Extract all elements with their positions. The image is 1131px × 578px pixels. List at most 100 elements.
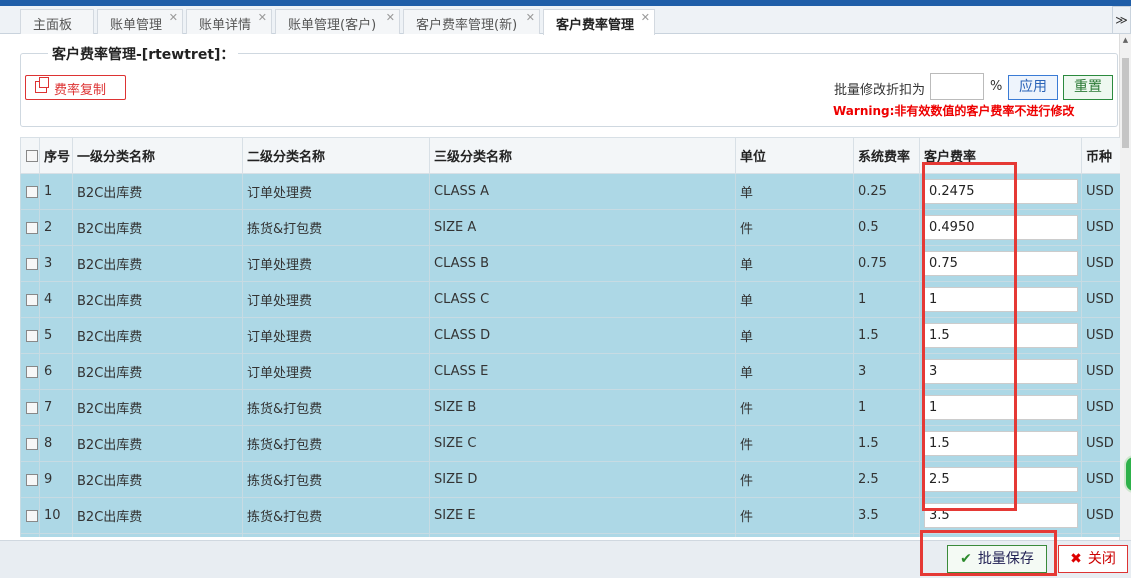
batch-save-button[interactable]: ✔ 批量保存 xyxy=(947,545,1047,573)
table-row: 9B2C出库费拣货&打包费SIZE D件2.5 USD xyxy=(20,461,1120,498)
floating-action-icon[interactable] xyxy=(1124,455,1131,493)
customer-rate-input[interactable] xyxy=(924,431,1078,456)
scroll-up-icon[interactable]: ▲ xyxy=(1120,36,1131,44)
row-checkbox[interactable] xyxy=(26,509,38,522)
cell-cat2: 拣货&打包费 xyxy=(242,209,430,246)
customer-rate-input[interactable] xyxy=(924,323,1078,348)
cell-no: 7 xyxy=(39,389,73,426)
tab-dashboard[interactable]: 主面板 xyxy=(20,9,94,34)
close-icon[interactable]: ✕ xyxy=(386,11,395,24)
row-checkbox[interactable] xyxy=(26,221,38,234)
customer-rate-input[interactable] xyxy=(924,251,1078,276)
cell-currency: USD xyxy=(1081,353,1120,390)
cell-no: 2 xyxy=(39,209,73,246)
row-select-cell xyxy=(20,389,40,426)
cell-cat2 xyxy=(242,533,430,537)
copy-icon xyxy=(35,77,49,93)
cell-cust-rate xyxy=(919,533,1082,537)
cell-cat1: B2C出库费 xyxy=(72,281,243,318)
row-select-cell xyxy=(20,533,40,537)
customer-rate-input[interactable] xyxy=(924,467,1078,492)
header-no: 序号 xyxy=(39,137,73,174)
cell-no: 8 xyxy=(39,425,73,462)
cell-currency: USD xyxy=(1081,245,1120,282)
cell-no: 10 xyxy=(39,497,73,534)
row-checkbox[interactable] xyxy=(26,437,38,450)
cell-cat3: SIZE D xyxy=(429,461,736,498)
close-icon[interactable]: ✕ xyxy=(169,11,178,24)
cell-cat3: SIZE A xyxy=(429,209,736,246)
percent-sign: % xyxy=(990,79,1003,94)
customer-rate-input[interactable] xyxy=(924,215,1078,240)
row-checkbox[interactable] xyxy=(26,473,38,486)
tab-customer-rate[interactable]: 客户费率管理 ✕ xyxy=(543,9,655,35)
cell-unit: 件 xyxy=(735,461,854,498)
row-select-cell xyxy=(20,425,40,462)
tab-bill-details[interactable]: 账单详情 ✕ xyxy=(186,9,272,34)
row-checkbox[interactable] xyxy=(26,401,38,414)
cell-unit: 件 xyxy=(735,209,854,246)
close-icon[interactable]: ✕ xyxy=(526,11,535,24)
copy-rates-button[interactable]: 费率复制 xyxy=(25,75,126,100)
row-select-cell xyxy=(20,353,40,390)
tab-customer-rate-new[interactable]: 客户费率管理(新) ✕ xyxy=(403,9,540,34)
row-checkbox[interactable] xyxy=(26,329,38,342)
discount-label: 批量修改折扣为 xyxy=(834,83,926,98)
cell-no: 3 xyxy=(39,245,73,282)
cell-unit: 单 xyxy=(735,281,854,318)
cell-cat1: B2C出库费 xyxy=(72,317,243,354)
cell-cat2: 拣货&打包费 xyxy=(242,389,430,426)
cell-cat3: SIZE E xyxy=(429,497,736,534)
cell-currency: USD xyxy=(1081,425,1120,462)
cell-sys-rate: 1.5 xyxy=(853,425,920,462)
close-icon[interactable]: ✕ xyxy=(258,11,267,24)
tab-label: 账单管理 xyxy=(110,18,163,33)
cell-cat1: B2C出库费 xyxy=(72,353,243,390)
header-currency: 币种 xyxy=(1081,137,1120,174)
scroll-thumb[interactable] xyxy=(1122,58,1129,148)
row-checkbox[interactable] xyxy=(26,257,38,270)
reset-button[interactable]: 重置 xyxy=(1063,75,1113,100)
tab-bill-management-customer[interactable]: 账单管理(客户) ✕ xyxy=(275,9,400,34)
cell-currency: USD xyxy=(1081,173,1120,210)
table-row: 7B2C出库费拣货&打包费SIZE B件1 USD xyxy=(20,389,1120,426)
customer-rate-input[interactable] xyxy=(924,503,1078,528)
select-all-cell xyxy=(20,137,40,174)
cell-unit: 单 xyxy=(735,317,854,354)
close-button[interactable]: ✖ 关闭 xyxy=(1058,545,1128,573)
customer-rate-input[interactable] xyxy=(924,287,1078,312)
cell-cat3: CLASS C xyxy=(429,281,736,318)
cell-sys-rate: 0.5 xyxy=(853,209,920,246)
cell-cat2: 拣货&打包费 xyxy=(242,461,430,498)
close-icon[interactable]: ✕ xyxy=(641,11,650,24)
tab-bill-management[interactable]: 账单管理 ✕ xyxy=(97,9,183,34)
customer-rate-input[interactable] xyxy=(924,359,1078,384)
cell-cat1: B2C出库费 xyxy=(72,173,243,210)
cell-currency xyxy=(1081,533,1120,537)
tab-scroll-button[interactable]: ≫ xyxy=(1112,6,1131,34)
cell-cat3: CLASS A xyxy=(429,173,736,210)
table-row: 4B2C出库费订单处理费CLASS C单1 USD xyxy=(20,281,1120,318)
cell-cust-rate xyxy=(919,173,1082,210)
customer-rate-input[interactable] xyxy=(924,179,1078,204)
row-checkbox[interactable] xyxy=(26,293,38,306)
tab-bar: 主面板 账单管理 ✕ 账单详情 ✕ 账单管理(客户) ✕ 客户费率管理(新) ✕… xyxy=(0,6,1112,35)
discount-input[interactable] xyxy=(930,73,984,100)
row-select-cell xyxy=(20,173,40,210)
cell-cat2: 订单处理费 xyxy=(242,317,430,354)
table-header-row: 序号 一级分类名称 二级分类名称 三级分类名称 单位 系统费率 客户费率 币种 xyxy=(20,137,1120,174)
cell-cust-rate xyxy=(919,317,1082,354)
row-checkbox[interactable] xyxy=(26,185,38,198)
cell-unit: 单 xyxy=(735,245,854,282)
rate-table: 序号 一级分类名称 二级分类名称 三级分类名称 单位 系统费率 客户费率 币种 … xyxy=(20,137,1120,537)
header-cust-rate: 客户费率 xyxy=(919,137,1082,174)
apply-button[interactable]: 应用 xyxy=(1008,75,1058,100)
cell-sys-rate: 3 xyxy=(853,353,920,390)
cell-cat3 xyxy=(429,533,736,537)
cell-unit xyxy=(735,533,854,537)
cell-sys-rate: 3.5 xyxy=(853,497,920,534)
cell-cat3: SIZE B xyxy=(429,389,736,426)
select-all-checkbox[interactable] xyxy=(26,149,38,162)
customer-rate-input[interactable] xyxy=(924,395,1078,420)
row-checkbox[interactable] xyxy=(26,365,38,378)
